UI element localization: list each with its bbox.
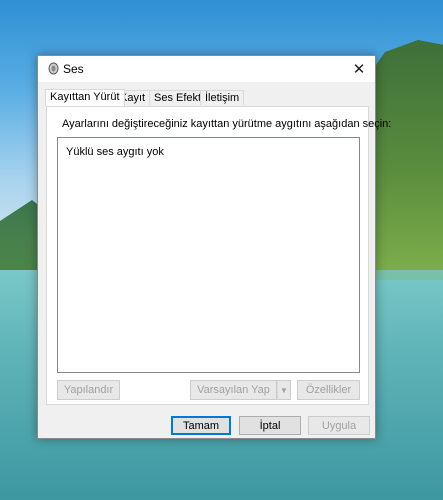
cancel-button[interactable]: İptal bbox=[239, 416, 301, 435]
window-title: Ses bbox=[63, 62, 84, 76]
configure-button[interactable]: Yapılandır bbox=[57, 380, 120, 400]
properties-button[interactable]: Özellikler bbox=[297, 380, 360, 400]
instruction-text: Ayarlarını değiştireceğiniz kayıttan yür… bbox=[62, 118, 392, 130]
close-button[interactable]: ✕ bbox=[343, 56, 375, 82]
playback-panel: Ayarlarını değiştireceğiniz kayıttan yür… bbox=[46, 106, 391, 405]
title-bar[interactable]: Ses ✕ bbox=[38, 56, 375, 82]
set-default-dropdown[interactable]: ▼ bbox=[277, 380, 291, 400]
device-list[interactable]: Yüklü ses aygıtı yok bbox=[57, 137, 360, 373]
speaker-icon bbox=[48, 62, 59, 75]
set-default-button[interactable]: Varsayılan Yap bbox=[190, 380, 277, 400]
tab-communications[interactable]: İletişim bbox=[200, 90, 245, 105]
ok-button[interactable]: Tamam bbox=[171, 416, 231, 435]
sound-dialog: Ses ✕ Kayıttan Yürüt Kayıt Ses Efekti İl… bbox=[37, 55, 391, 439]
empty-list-message: Yüklü ses aygıtı yok bbox=[66, 146, 164, 158]
close-icon: ✕ bbox=[352, 61, 366, 78]
apply-button[interactable]: Uygula bbox=[308, 416, 370, 435]
tab-playback[interactable]: Kayıttan Yürüt bbox=[45, 89, 125, 106]
chevron-down-icon: ▼ bbox=[280, 385, 288, 395]
